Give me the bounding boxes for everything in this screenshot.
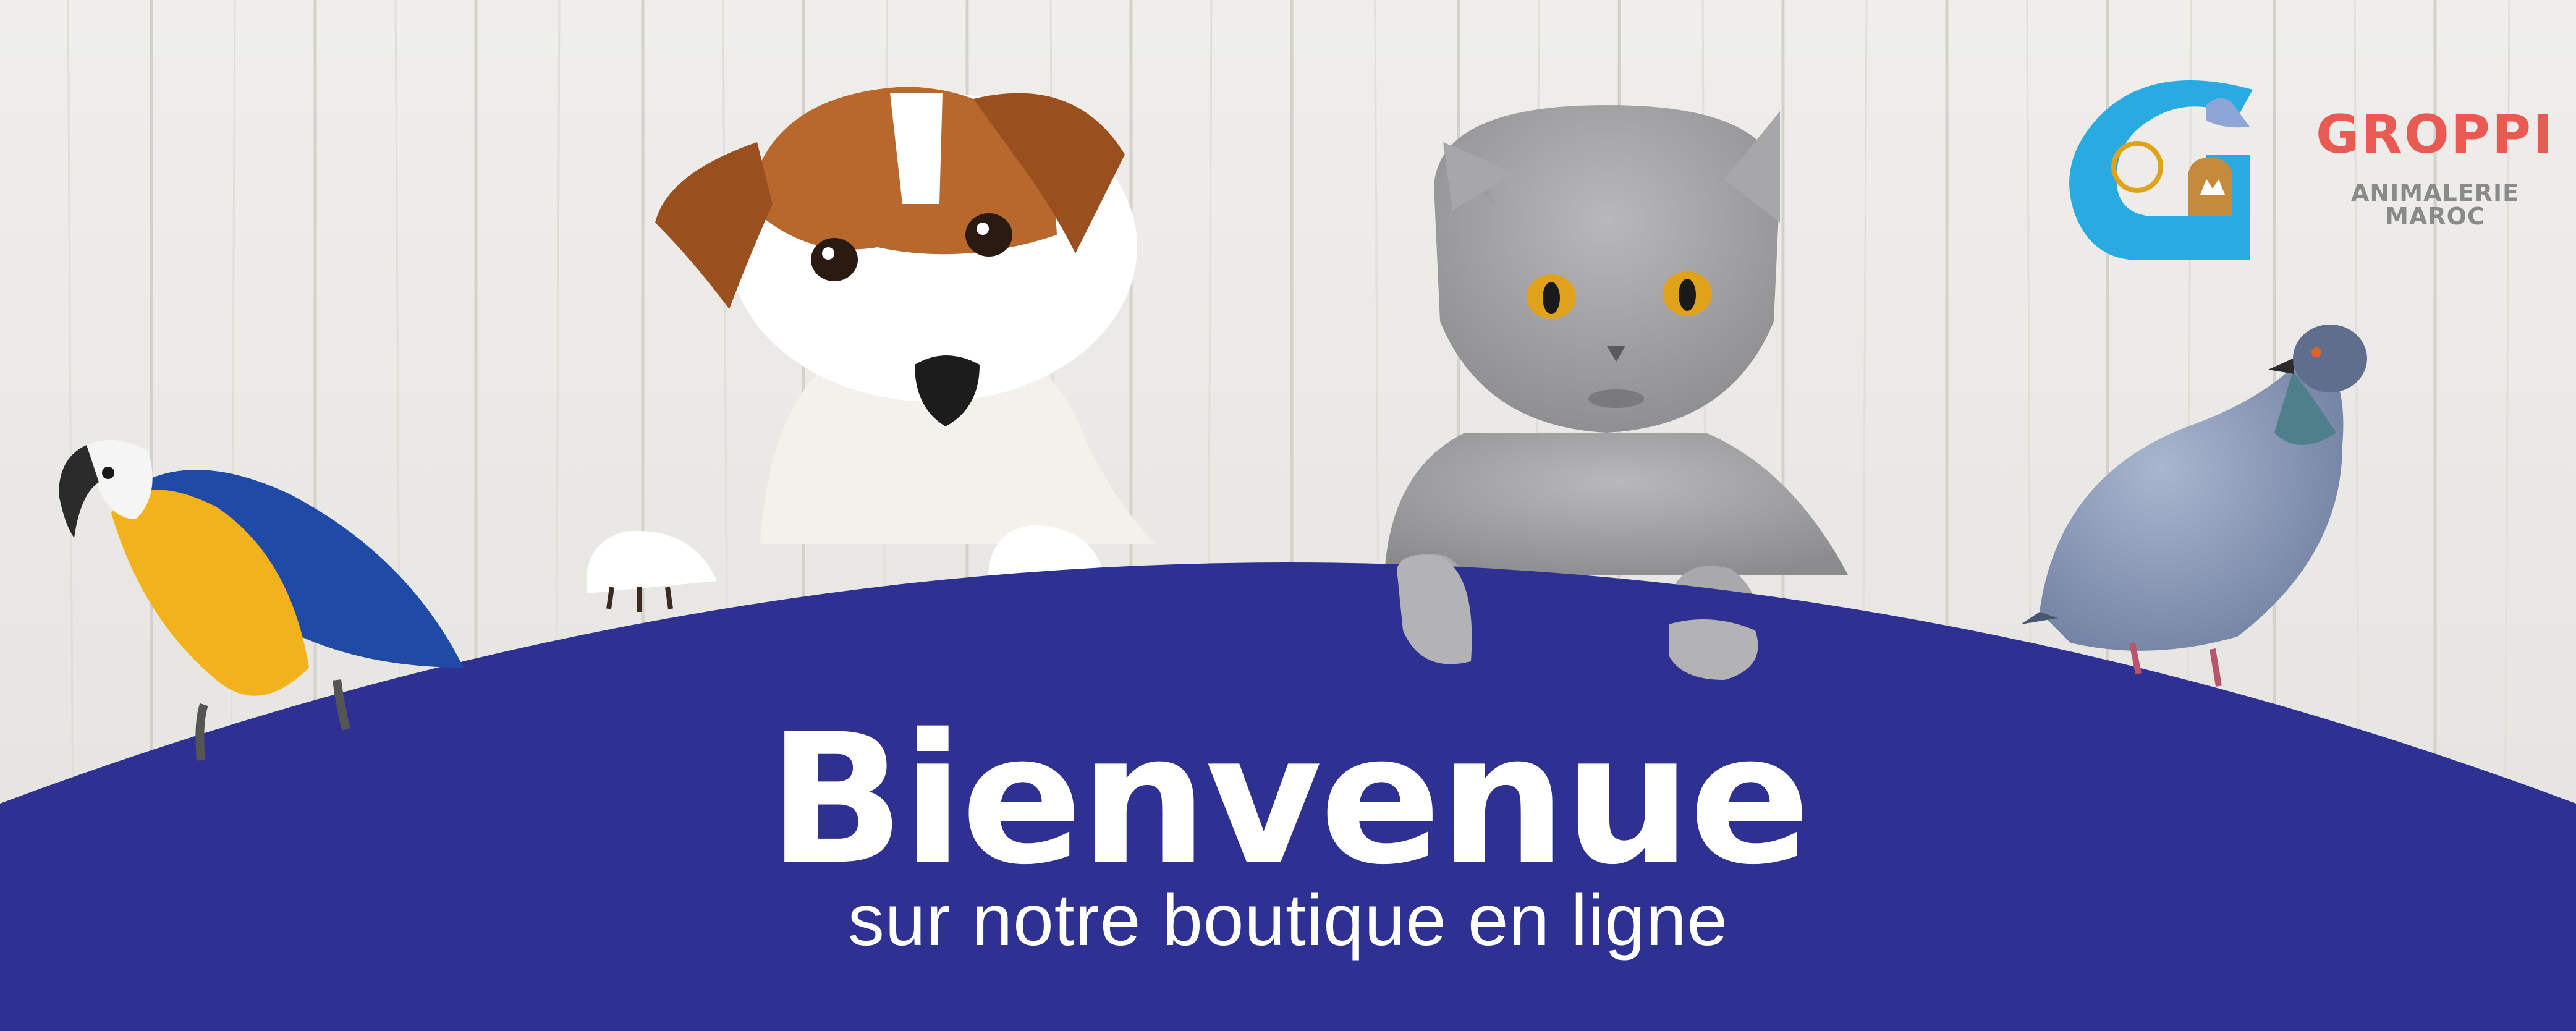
hero-banner: Bienvenue sur notre boutique en ligne GR…: [0, 0, 2576, 1031]
brand-wordmark: GROPPI ANIMALERIE MAROC: [2305, 108, 2565, 228]
brand-name: GROPPI: [2316, 104, 2554, 166]
brand-tagline: ANIMALERIE MAROC: [2350, 179, 2520, 230]
welcome-heading: Bienvenue: [768, 696, 1811, 904]
welcome-subheading: sur notre boutique en ligne: [847, 880, 1729, 961]
